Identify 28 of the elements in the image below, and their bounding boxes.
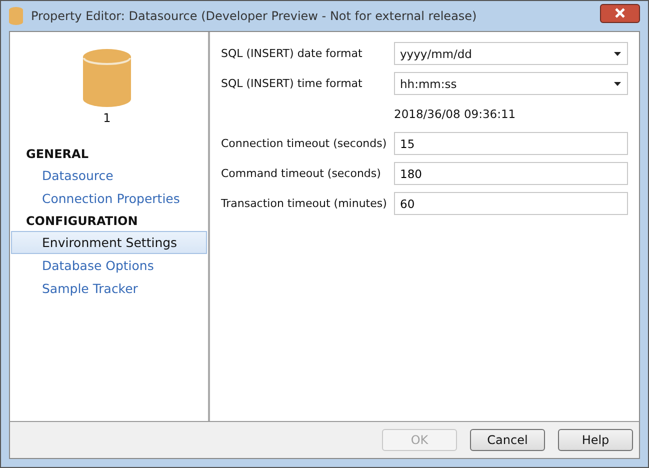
window-title: Property Editor: Datasource (Developer Preview - Not for external release) [31,9,478,23]
database-icon [83,49,131,107]
preview-text: 2018/36/08 09:36:11 [394,106,516,120]
section-heading: GENERAL [25,146,90,163]
close-icon [614,8,626,18]
dialog-button[interactable]: Help [558,429,633,451]
caret-icon [614,52,621,56]
caret-icon [614,82,621,86]
format-dropdown[interactable]: yyyy/mm/dd [394,42,628,65]
dialog-button[interactable]: Cancel [470,429,545,451]
field-label: Connection timeout (seconds) [221,137,388,150]
field-label: SQL (INSERT) time format [221,77,364,90]
format-dropdown[interactable]: hh:mm:ss [394,72,628,95]
input-field[interactable]: 15 [394,132,628,155]
sidebar-item[interactable]: Environment Settings [11,231,207,254]
section-heading: CONFIGURATION [25,213,139,230]
field-label: SQL (INSERT) date format [221,47,364,60]
input-field[interactable]: 180 [394,162,628,185]
datasource-caption: 1 [103,111,111,125]
close-button[interactable] [600,4,640,22]
sidebar-item[interactable]: Database Options [11,254,207,277]
sidebar-item[interactable]: Connection Properties [11,187,207,210]
field-label: Transaction timeout (minutes) [221,197,388,210]
sidebar-item[interactable]: Sample Tracker [11,277,207,300]
field-label: Command timeout (seconds) [221,167,382,180]
sidebar-item[interactable]: Datasource [11,164,207,187]
database-icon [9,7,23,25]
input-field[interactable]: 60 [394,192,628,215]
